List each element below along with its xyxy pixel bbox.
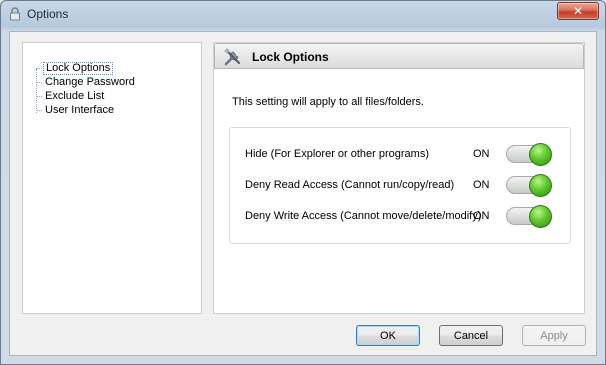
app-lock-icon bbox=[10, 7, 20, 21]
lock-options-panel: Lock Options This setting will apply to … bbox=[213, 42, 585, 314]
tree-item-user-interface[interactable]: User Interface bbox=[43, 104, 116, 117]
tree-item-lock-options[interactable]: Lock Options bbox=[43, 62, 114, 75]
tree-item-change-password[interactable]: Change Password bbox=[43, 76, 137, 89]
ok-button[interactable]: OK bbox=[356, 325, 420, 346]
settings-group: Hide (For Explorer or other programs) ON… bbox=[229, 127, 571, 244]
panel-header: Lock Options bbox=[214, 43, 584, 69]
deny-write-toggle[interactable] bbox=[506, 205, 552, 228]
options-tree: Lock Options Change Password Exclude Lis… bbox=[22, 42, 202, 314]
tools-icon bbox=[224, 48, 240, 66]
setting-state: ON bbox=[473, 210, 490, 222]
setting-label: Hide (For Explorer or other programs) bbox=[245, 148, 430, 160]
deny-read-toggle[interactable] bbox=[506, 174, 552, 197]
close-icon: ✕ bbox=[572, 4, 584, 18]
tree-connector-line bbox=[36, 69, 37, 113]
panel-title: Lock Options bbox=[252, 50, 329, 64]
tree-connector bbox=[36, 96, 42, 97]
cancel-button[interactable]: Cancel bbox=[439, 325, 503, 346]
toggle-knob bbox=[529, 174, 552, 197]
scope-note: This setting will apply to all files/fol… bbox=[232, 96, 424, 108]
setting-row-deny-write: Deny Write Access (Cannot move/delete/mo… bbox=[230, 205, 570, 229]
options-window: Options ✕ Lock Options Change Password E… bbox=[0, 0, 606, 365]
setting-label: Deny Read Access (Cannot run/copy/read) bbox=[245, 179, 455, 191]
tree-item-exclude-list[interactable]: Exclude List bbox=[43, 90, 106, 103]
setting-label: Deny Write Access (Cannot move/delete/mo… bbox=[245, 210, 482, 222]
setting-state: ON bbox=[473, 148, 490, 160]
window-title: Options bbox=[27, 7, 69, 21]
hide-toggle[interactable] bbox=[506, 143, 552, 166]
apply-button[interactable]: Apply bbox=[522, 325, 586, 346]
tree-connector bbox=[36, 68, 42, 69]
tree-connector bbox=[36, 110, 42, 111]
tree-connector bbox=[36, 82, 42, 83]
toggle-knob bbox=[529, 143, 552, 166]
dialog-body: Lock Options Change Password Exclude Lis… bbox=[9, 31, 597, 356]
setting-row-deny-read: Deny Read Access (Cannot run/copy/read) … bbox=[230, 174, 570, 198]
title-bar[interactable]: Options ✕ bbox=[1, 1, 605, 27]
close-button[interactable]: ✕ bbox=[557, 2, 599, 20]
toggle-knob bbox=[529, 205, 552, 228]
setting-state: ON bbox=[473, 179, 490, 191]
setting-row-hide: Hide (For Explorer or other programs) ON bbox=[230, 143, 570, 167]
